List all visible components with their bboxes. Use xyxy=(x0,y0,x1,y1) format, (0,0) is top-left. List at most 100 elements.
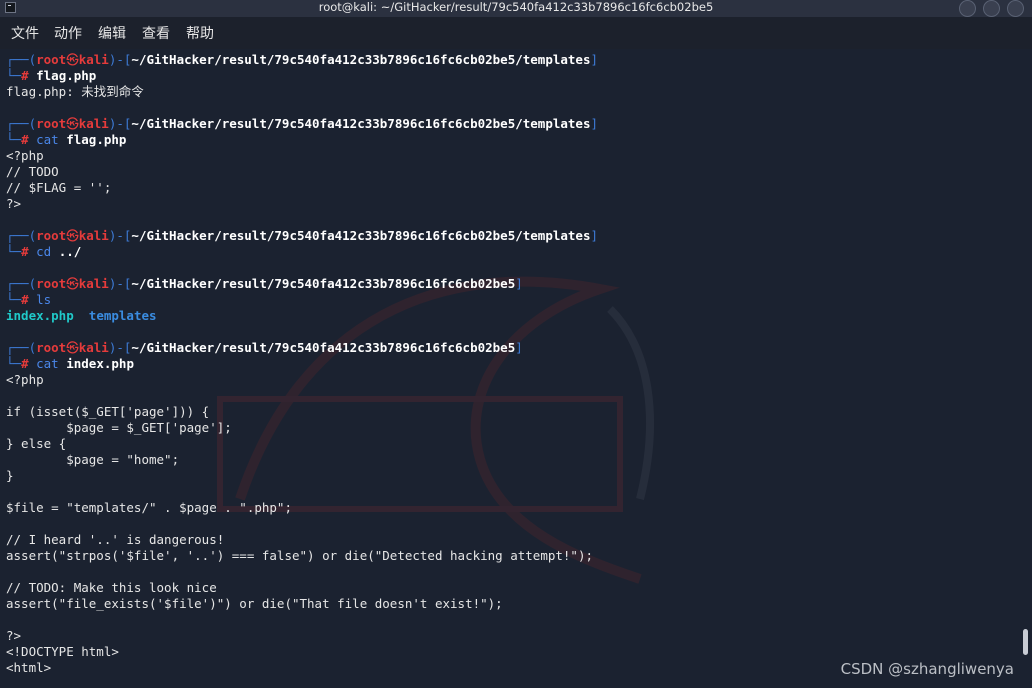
command-name: cd xyxy=(36,244,52,259)
prompt-hash: # xyxy=(21,68,29,83)
prompt-skull-icon: ㉿ xyxy=(66,52,79,67)
prompt-frame: )-[ xyxy=(108,228,132,243)
menu-bar: 文件 动作 编辑 查看 帮助 xyxy=(0,17,1032,49)
command-line: └─# cat index.php xyxy=(6,356,134,372)
output-line: flag.php: 未找到命令 xyxy=(6,84,144,100)
output-line: $page = "home"; xyxy=(6,452,179,468)
output-line: } xyxy=(6,468,14,484)
ls-dir-entry: templates xyxy=(88,308,157,323)
output-line: if (isset($_GET['page'])) { xyxy=(6,404,209,420)
prompt-user: root xyxy=(36,340,67,355)
prompt-frame: ] xyxy=(515,276,523,291)
prompt-frame: └─ xyxy=(6,292,22,307)
prompt-line: ┌──(root㉿kali)-[~/GitHacker/result/79c54… xyxy=(6,116,598,132)
output-line: ?> xyxy=(6,196,21,212)
prompt-frame: └─ xyxy=(6,244,22,259)
prompt-host: kali xyxy=(78,340,109,355)
prompt-path: ~/GitHacker/result/79c540fa412c33b7896c1… xyxy=(131,276,516,291)
prompt-frame: )-[ xyxy=(108,276,132,291)
prompt-line: ┌──(root㉿kali)-[~/GitHacker/result/79c54… xyxy=(6,228,598,244)
prompt-host: kali xyxy=(78,228,109,243)
terminal-output[interactable]: ┌──(root㉿kali)-[~/GitHacker/result/79c54… xyxy=(0,49,1018,688)
command-argument: flag.php xyxy=(66,132,127,147)
output-line: $page = $_GET['page']; xyxy=(6,420,232,436)
output-text: ?> xyxy=(6,196,22,211)
output-line: // TODO xyxy=(6,164,59,180)
output-text: if (isset($_GET['page'])) { xyxy=(6,404,210,419)
command-name: ls xyxy=(36,292,52,307)
command-argument: flag.php xyxy=(36,68,97,83)
menu-edit[interactable]: 编辑 xyxy=(98,25,126,43)
command-name: cat xyxy=(36,132,59,147)
scrollbar-thumb[interactable] xyxy=(1023,629,1028,655)
prompt-host: kali xyxy=(78,52,109,67)
command-line: └─# cat flag.php xyxy=(6,132,126,148)
prompt-frame: └─ xyxy=(6,68,22,83)
menu-view[interactable]: 查看 xyxy=(142,25,170,43)
prompt-frame: └─ xyxy=(6,356,22,371)
prompt-frame: ┌──( xyxy=(6,228,37,243)
prompt-frame: ] xyxy=(590,52,599,67)
prompt-hash: # xyxy=(21,356,29,371)
prompt-hash: # xyxy=(21,132,29,147)
command-line: └─# cd ../ xyxy=(6,244,81,260)
menu-file[interactable]: 文件 xyxy=(11,25,39,43)
menu-help[interactable]: 帮助 xyxy=(186,25,214,43)
prompt-frame: ┌──( xyxy=(6,116,37,131)
ls-file-entry: index.php xyxy=(6,308,74,323)
prompt-frame: ] xyxy=(590,116,599,131)
prompt-skull-icon: ㉿ xyxy=(66,228,79,243)
output-text: } xyxy=(6,468,14,483)
output-text: assert("strpos('$file', '..') === false"… xyxy=(6,548,593,563)
prompt-frame: ┌──( xyxy=(6,52,37,67)
output-text: // TODO xyxy=(6,164,59,179)
minimize-button[interactable] xyxy=(959,0,976,17)
prompt-host: kali xyxy=(78,276,109,291)
menu-actions[interactable]: 动作 xyxy=(54,25,82,43)
csdn-watermark: CSDN @szhangliwenya xyxy=(840,660,1014,678)
prompt-skull-icon: ㉿ xyxy=(66,340,79,355)
output-line: $file = "templates/" . $page . ".php"; xyxy=(6,500,292,516)
prompt-line: ┌──(root㉿kali)-[~/GitHacker/result/79c54… xyxy=(6,52,598,68)
output-line: ?> xyxy=(6,628,21,644)
output-line: // I heard '..' is dangerous! xyxy=(6,532,224,548)
output-text: // TODO: Make this look nice xyxy=(6,580,217,595)
command-line: └─# flag.php xyxy=(6,68,96,84)
prompt-skull-icon: ㉿ xyxy=(66,116,79,131)
output-text: <?php xyxy=(6,148,44,163)
output-text: $file = "templates/" . $page . ".php"; xyxy=(6,500,292,515)
command-name: cat xyxy=(36,356,59,371)
prompt-path: ~/GitHacker/result/79c540fa412c33b7896c1… xyxy=(131,52,591,67)
output-text: $page = "home"; xyxy=(6,452,180,467)
prompt-frame: )-[ xyxy=(108,116,132,131)
maximize-button[interactable] xyxy=(983,0,1000,17)
terminal-window: root@kali: ~/GitHacker/result/79c540fa41… xyxy=(0,0,1032,688)
prompt-frame: )-[ xyxy=(108,340,132,355)
output-text: // I heard '..' is dangerous! xyxy=(6,532,225,547)
prompt-path: ~/GitHacker/result/79c540fa412c33b7896c1… xyxy=(131,116,591,131)
prompt-hash: # xyxy=(21,292,29,307)
output-line: <?php xyxy=(6,148,44,164)
prompt-line: ┌──(root㉿kali)-[~/GitHacker/result/79c54… xyxy=(6,340,523,356)
output-text: $page = $_GET['page']; xyxy=(6,420,232,435)
output-text: // $FLAG = ''; xyxy=(6,180,112,195)
output-line: <html> xyxy=(6,660,51,676)
output-line: <!DOCTYPE html> xyxy=(6,644,119,660)
prompt-user: root xyxy=(36,228,67,243)
ls-output-line: index.php templates xyxy=(6,308,157,324)
output-line: <?php xyxy=(6,372,44,388)
scrollbar[interactable] xyxy=(1018,49,1032,688)
prompt-frame: ┌──( xyxy=(6,276,37,291)
close-button[interactable] xyxy=(1007,0,1024,17)
output-line: assert("file_exists('$file')") or die("T… xyxy=(6,596,503,612)
prompt-path: ~/GitHacker/result/79c540fa412c33b7896c1… xyxy=(131,228,591,243)
prompt-frame: ┌──( xyxy=(6,340,37,355)
prompt-host: kali xyxy=(78,116,109,131)
prompt-user: root xyxy=(36,116,67,131)
output-text: flag.php: 未找到命令 xyxy=(6,84,144,99)
